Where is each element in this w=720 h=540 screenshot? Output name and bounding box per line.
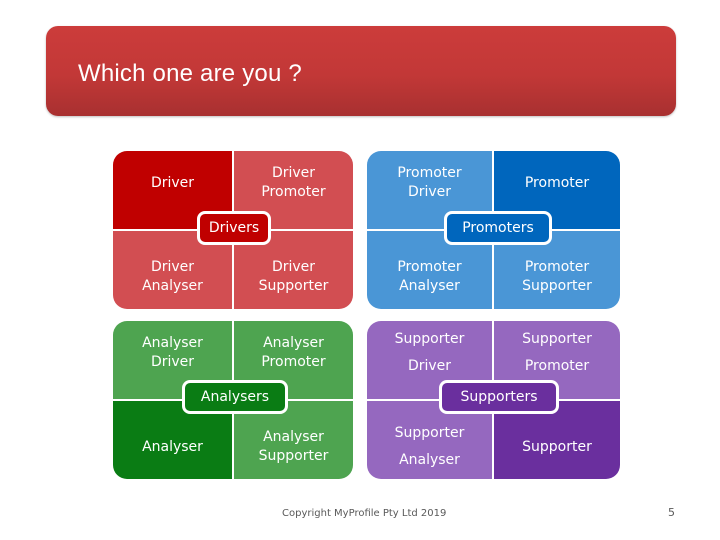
cell-label: Driver Supporter <box>258 259 329 294</box>
supporters-label: Supporters <box>439 380 559 414</box>
cell-label: Promoter Driver <box>397 165 462 200</box>
cell-label: Analyser <box>142 438 203 455</box>
drivers-quadrant-group: Driver Driver Promoter Driver Analyser D… <box>113 151 353 309</box>
analysers-label: Analysers <box>182 380 288 414</box>
cell-label: Supporter Analyser <box>394 425 465 468</box>
copyright-text: Copyright MyProfile Pty Ltd 2019 <box>282 508 447 519</box>
supporters-quadrant-group: Supporter Driver Supporter Promoter Supp… <box>367 321 620 479</box>
cell-label: Supporter <box>522 438 592 455</box>
cell-label: Driver Analyser <box>142 259 203 294</box>
title-banner: Which one are you ? <box>46 26 676 116</box>
cell-label: Supporter Promoter <box>522 331 592 374</box>
cell-label: Promoter Analyser <box>397 259 462 294</box>
cell-label: Promoter <box>524 174 590 191</box>
cell-label: Supporter Driver <box>394 331 465 374</box>
drivers-label: Drivers <box>197 211 271 245</box>
cell-label: Driver <box>150 174 195 191</box>
page-number: 5 <box>668 506 675 519</box>
cell-label: Analyser Driver <box>142 335 203 370</box>
cell-label: Driver Promoter <box>261 165 326 200</box>
cell-label: Analyser Promoter <box>261 335 326 370</box>
promoters-quadrant-group: Promoter Driver Promoter Promoter Analys… <box>367 151 620 309</box>
promoters-label: Promoters <box>444 211 552 245</box>
cell-label: Promoter Supporter <box>522 259 592 294</box>
slide-title: Which one are you ? <box>78 60 302 87</box>
analysers-quadrant-group: Analyser Driver Analyser Promoter Analys… <box>113 321 353 479</box>
cell-label: Analyser Supporter <box>258 429 329 464</box>
